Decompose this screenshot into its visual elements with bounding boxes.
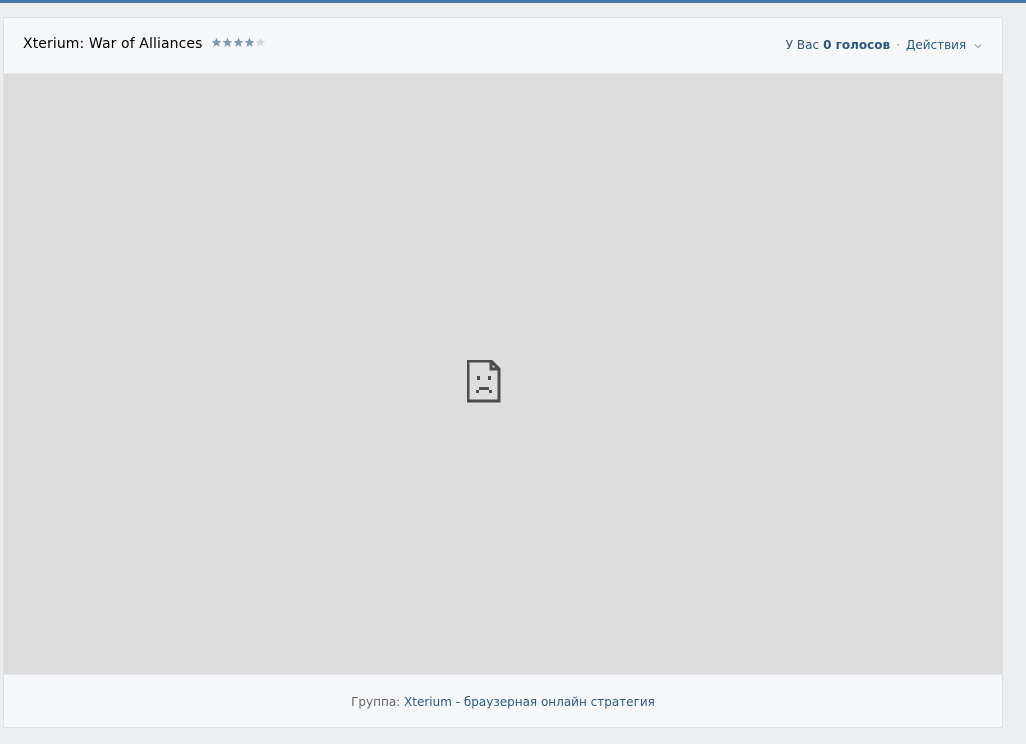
header-actions: У Вас 0 голосов · Действия — [786, 38, 982, 52]
group-link[interactable]: Xterium - браузерная онлайн стратегия — [404, 695, 655, 709]
app-header: Xterium: War of Alliances У Вас 0 голосо… — [4, 18, 1002, 74]
app-card: Xterium: War of Alliances У Вас 0 голосо… — [3, 17, 1003, 728]
app-title: Xterium: War of Alliances — [23, 36, 203, 52]
star-icon[interactable] — [244, 37, 255, 48]
star-icon[interactable] — [255, 37, 266, 48]
top-accent-bar — [0, 0, 1026, 3]
group-info: Группа: Xterium - браузерная онлайн стра… — [4, 695, 1002, 709]
app-footer: Группа: Xterium - браузерная онлайн стра… — [4, 674, 1002, 727]
votes-count[interactable]: 0 голосов — [823, 38, 890, 52]
star-icon[interactable] — [233, 37, 244, 48]
app-frame[interactable] — [4, 74, 1002, 674]
group-label: Группа: — [351, 695, 401, 709]
rating-stars[interactable] — [211, 37, 266, 48]
separator-dot: · — [896, 38, 900, 52]
votes-prefix[interactable]: У Вас — [786, 38, 819, 52]
sad-file-icon — [466, 359, 501, 403]
actions-menu-button[interactable]: Действия — [906, 38, 982, 52]
star-icon[interactable] — [211, 37, 222, 48]
actions-label[interactable]: Действия — [906, 38, 966, 52]
star-icon[interactable] — [222, 37, 233, 48]
chevron-down-icon[interactable] — [974, 43, 982, 49]
